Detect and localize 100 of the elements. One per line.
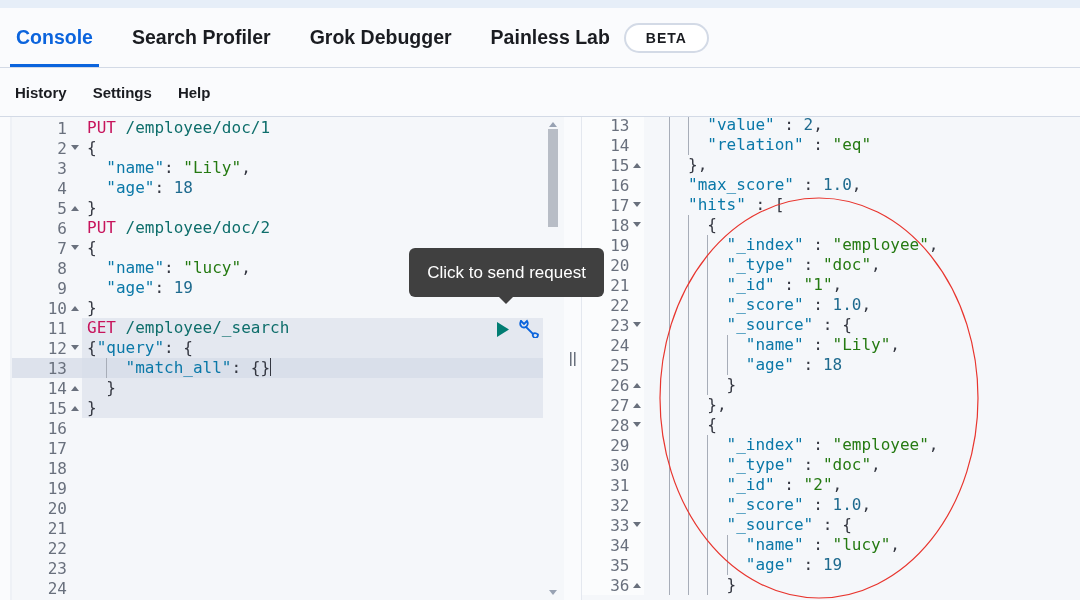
line-number: 24: [610, 335, 630, 355]
code-line: "_type" : "doc",: [725, 255, 881, 274]
code-line: "name": "Lily",: [105, 158, 251, 177]
code-line: }: [87, 298, 97, 317]
line-number: 23: [610, 315, 630, 335]
line-number: 33: [610, 515, 630, 535]
caret-down-icon[interactable]: [70, 145, 79, 151]
line-number: 30: [610, 455, 630, 475]
caret-up-icon[interactable]: [70, 405, 79, 411]
line-number: 23: [47, 558, 67, 578]
code-line: },: [706, 395, 727, 414]
line-number: 29: [610, 435, 630, 455]
line-number: 15: [610, 155, 630, 175]
code-line: }: [105, 378, 116, 397]
code-line: {: [87, 238, 97, 257]
caret-down-icon[interactable]: [632, 322, 641, 328]
line-number: 26: [610, 375, 630, 395]
caret-down-icon[interactable]: [632, 222, 641, 228]
caret-up-icon[interactable]: [632, 382, 641, 388]
code-line: "_score" : 1.0,: [725, 495, 872, 514]
line-number: 34: [610, 535, 630, 555]
caret-down-icon[interactable]: [632, 422, 641, 428]
code-line: "name": "lucy",: [105, 258, 251, 277]
line-number: 14: [610, 135, 630, 155]
line-number: 7: [57, 238, 67, 258]
line-number: 22: [47, 538, 67, 558]
line-number: 10: [47, 298, 67, 318]
code-line: "max_score" : 1.0,: [687, 175, 862, 194]
code-line: "value" : 2,: [706, 117, 823, 134]
code-line: "relation" : "eq": [706, 135, 872, 154]
code-line: PUT /employee/doc/2: [87, 218, 271, 237]
menu-item[interactable]: Help: [177, 83, 211, 101]
line-number: 27: [610, 395, 630, 415]
code-line: {"query": {: [87, 338, 193, 357]
code-line: "_index" : "employee",: [725, 435, 939, 454]
caret-up-icon[interactable]: [632, 162, 641, 168]
line-number: 4: [57, 178, 67, 198]
code-line: "match_all": {}: [124, 358, 272, 377]
line-number: 13: [47, 358, 67, 378]
line-number: 20: [47, 498, 67, 518]
caret-up-icon[interactable]: [632, 402, 641, 408]
line-number: 18: [610, 215, 630, 235]
menu-item[interactable]: History: [15, 83, 67, 101]
tab[interactable]: Search Profiler: [125, 8, 277, 67]
code-line: }: [725, 375, 737, 394]
code-line: {: [706, 415, 717, 434]
code-line: PUT /employee/doc/1: [87, 118, 271, 137]
code-line: "name" : "Lily",: [744, 335, 900, 354]
line-number: 8: [57, 258, 67, 278]
code-line: "age" : 19: [744, 555, 843, 574]
resize-handle-icon[interactable]: [569, 351, 576, 366]
code-line: "_source" : {: [725, 315, 852, 334]
line-number: 32: [610, 495, 630, 515]
code-line: }: [87, 398, 97, 417]
code-line: },: [687, 155, 708, 174]
code-line: {: [87, 138, 97, 157]
line-number: 11: [47, 318, 67, 338]
line-number: 12: [47, 338, 67, 358]
caret-down-icon[interactable]: [632, 522, 641, 528]
scrollbar-thumb[interactable]: [548, 129, 558, 227]
tab[interactable]: Grok Debugger: [303, 8, 458, 67]
beta-badge: BETA: [623, 22, 709, 53]
line-number: 28: [610, 415, 630, 435]
line-number: 1: [57, 118, 67, 138]
line-number: 3: [57, 158, 67, 178]
line-number: 6: [57, 218, 67, 238]
code-line: "_id" : "1",: [725, 275, 843, 294]
code-line: "age" : 18: [744, 355, 843, 374]
play-icon[interactable]: [496, 321, 510, 337]
scroll-up-icon[interactable]: [549, 122, 557, 127]
tooltip-arrow: [499, 297, 513, 304]
caret-down-icon[interactable]: [70, 245, 79, 251]
line-number: 17: [610, 195, 630, 215]
wrench-icon[interactable]: [518, 319, 540, 339]
code-line: "hits" : [: [687, 195, 785, 214]
code-line: }: [87, 198, 97, 217]
line-number: 35: [610, 555, 630, 575]
tooltip: Click to send request: [409, 248, 604, 297]
caret-up-icon[interactable]: [70, 205, 79, 211]
code-line: "_score" : 1.0,: [725, 295, 872, 314]
tab[interactable]: Console: [10, 8, 99, 67]
line-number: 19: [610, 235, 630, 255]
tab[interactable]: Painless Lab: [484, 8, 616, 67]
code-line: "age": 18: [105, 178, 193, 197]
caret-down-icon[interactable]: [70, 345, 79, 351]
line-number: 25: [610, 355, 630, 375]
caret-up-icon[interactable]: [70, 385, 79, 391]
line-number: 19: [47, 478, 67, 498]
code-line: {: [706, 215, 717, 234]
caret-up-icon[interactable]: [632, 582, 641, 588]
line-number: 36: [610, 575, 630, 595]
code-line: "name" : "lucy",: [744, 535, 900, 554]
scroll-down-icon[interactable]: [549, 590, 557, 595]
menu-item[interactable]: Settings: [92, 83, 152, 101]
caret-down-icon[interactable]: [632, 202, 641, 208]
line-number: 16: [47, 418, 67, 438]
caret-up-icon[interactable]: [70, 305, 79, 311]
code-line: "_id" : "2",: [725, 475, 843, 494]
line-number: 16: [610, 175, 630, 195]
code-line: GET /employee/_search: [87, 318, 290, 337]
